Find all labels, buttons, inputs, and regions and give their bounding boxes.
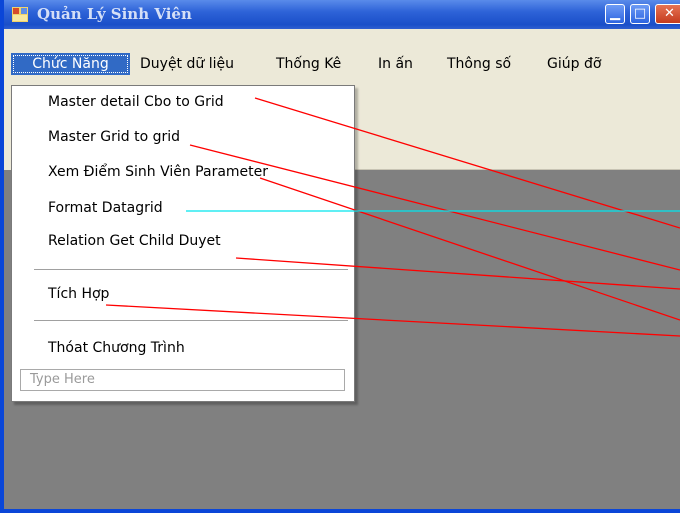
menu-chuc-nang[interactable]: Chức Năng bbox=[11, 53, 130, 75]
app-icon bbox=[12, 7, 28, 22]
close-button[interactable]: ✕ bbox=[655, 4, 680, 24]
menu-giup-do[interactable]: Giúp đỡ bbox=[547, 53, 601, 75]
menu-separator bbox=[34, 320, 348, 322]
minimize-icon: ▁ bbox=[610, 6, 620, 21]
title-bar[interactable]: Quản Lý Sinh Viên ▁ □ ✕ bbox=[4, 0, 680, 29]
maximize-button[interactable]: □ bbox=[630, 4, 650, 24]
menu-in-an[interactable]: In ấn bbox=[378, 53, 413, 75]
menu-item-tich-hop[interactable]: Tích Hợp bbox=[48, 286, 109, 302]
menu-item-format-datagrid[interactable]: Format Datagrid bbox=[48, 200, 163, 216]
menu-item-relation-get-child-duyet[interactable]: Relation Get Child Duyet bbox=[48, 233, 221, 249]
dropdown-menu: Master detail Cbo to Grid Master Grid to… bbox=[11, 85, 355, 402]
menu-duyet-du-lieu[interactable]: Duyệt dữ liệu bbox=[140, 53, 234, 75]
menu-separator bbox=[34, 269, 348, 271]
type-here-input[interactable]: Type Here bbox=[20, 369, 345, 391]
maximize-icon: □ bbox=[633, 6, 647, 21]
menu-thong-ke[interactable]: Thống Kê bbox=[276, 53, 341, 75]
menu-item-thoat-chuong-trinh[interactable]: Thóat Chương Trình bbox=[48, 340, 185, 356]
menu-item-master-detail-cbo-to-grid[interactable]: Master detail Cbo to Grid bbox=[48, 94, 224, 110]
menu-item-xem-diem-sinh-vien-parameter[interactable]: Xem Điểm Sinh Viên Parameter bbox=[48, 164, 268, 180]
minimize-button[interactable]: ▁ bbox=[605, 4, 625, 24]
menu-thong-so[interactable]: Thông số bbox=[447, 53, 511, 75]
close-icon: ✕ bbox=[664, 6, 675, 21]
toolbar-strip bbox=[354, 124, 680, 170]
window-title: Quản Lý Sinh Viên bbox=[37, 5, 192, 23]
menu-item-master-grid-to-grid[interactable]: Master Grid to grid bbox=[48, 129, 180, 145]
